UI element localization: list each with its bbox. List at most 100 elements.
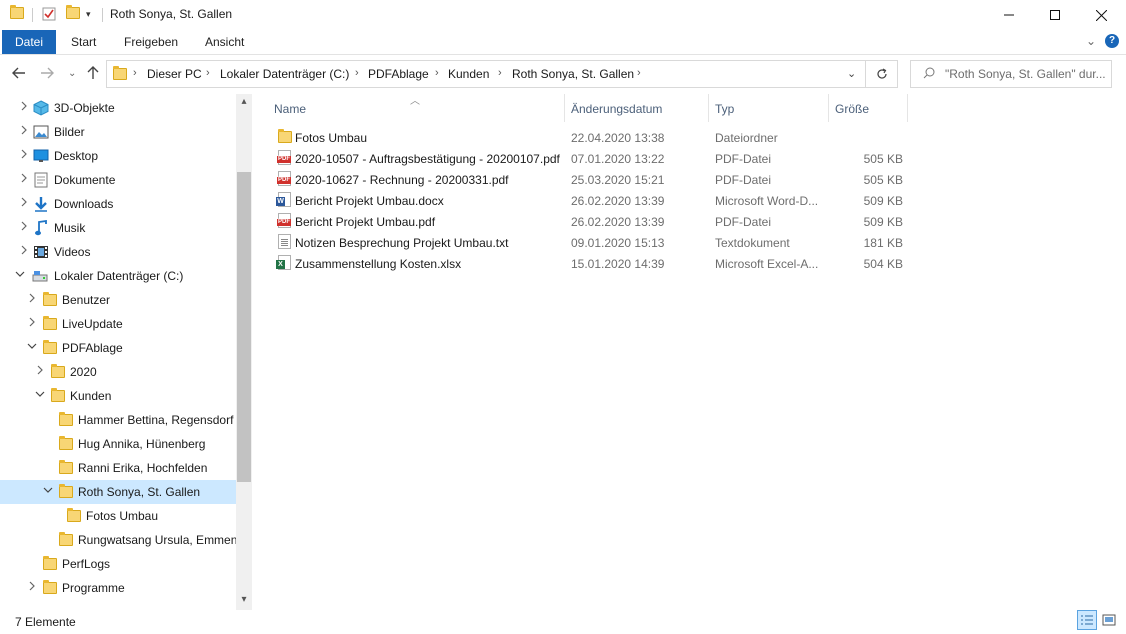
nav-item-ranni-erika-hochfelden[interactable]: Ranni Erika, Hochfelden: [0, 456, 236, 480]
column-divider[interactable]: [907, 94, 908, 122]
breadcrumb-this-pc[interactable]: Dieser PC: [147, 67, 202, 81]
address-history-dropdown[interactable]: ⌄: [847, 67, 856, 80]
nav-item-liveupdate[interactable]: LiveUpdate: [0, 312, 236, 336]
file-row[interactable]: Bericht Projekt Umbau.pdf 26.02.2020 13:3…: [270, 211, 910, 232]
breadcrumb-separator[interactable]: ›: [133, 67, 137, 79]
file-row[interactable]: Zusammenstellung Kosten.xlsx 15.01.2020 1…: [270, 253, 910, 274]
breadcrumb-kunden[interactable]: Kunden: [448, 67, 489, 81]
docx-icon: [276, 192, 292, 208]
nav-item-roth-sonya-st-gallen[interactable]: Roth Sonya, St. Gallen: [0, 480, 236, 504]
back-button[interactable]: [12, 66, 26, 85]
search-input[interactable]: "Roth Sonya, St. Gallen" dur...: [910, 60, 1112, 88]
new-folder-icon[interactable]: [66, 5, 80, 21]
3d-objects-icon: [33, 100, 49, 116]
chevron-right-icon[interactable]: [26, 317, 38, 330]
file-row[interactable]: 2020-10627 - Rechnung - 20200331.pdf 25.0…: [270, 169, 910, 190]
nav-item-kunden[interactable]: Kunden: [0, 384, 236, 408]
chevron-down-icon[interactable]: [26, 341, 38, 354]
details-view-button[interactable]: [1077, 610, 1097, 630]
nav-item-bilder[interactable]: Bilder: [0, 120, 236, 144]
nav-item-desktop[interactable]: Desktop: [0, 144, 236, 168]
nav-item-programme[interactable]: Programme: [0, 576, 236, 600]
maximize-button[interactable]: [1032, 0, 1078, 30]
file-row[interactable]: 2020-10507 - Auftragsbestätigung - 20200…: [270, 148, 910, 169]
nav-item-benutzer[interactable]: Benutzer: [0, 288, 236, 312]
properties-icon[interactable]: [42, 7, 56, 21]
recent-locations-button[interactable]: ⌄: [68, 68, 76, 79]
nav-item-downloads[interactable]: Downloads: [0, 192, 236, 216]
refresh-button[interactable]: [866, 60, 898, 88]
up-button[interactable]: [86, 66, 100, 85]
column-header-date[interactable]: Änderungsdatum: [571, 102, 662, 116]
nav-item-musik[interactable]: Musik: [0, 216, 236, 240]
chevron-right-icon[interactable]: [18, 245, 30, 258]
column-header-size[interactable]: Größe: [835, 102, 869, 116]
tab-ansicht[interactable]: Ansicht: [191, 30, 258, 54]
folder-icon[interactable]: [10, 5, 24, 21]
folder-icon: [50, 388, 66, 404]
scroll-up-arrow[interactable]: ▴: [238, 96, 250, 107]
chevron-right-icon[interactable]: [18, 221, 30, 234]
chevron-right-icon[interactable]: [34, 365, 46, 378]
chevron-right-icon[interactable]: [26, 581, 38, 594]
nav-item-videos[interactable]: Videos: [0, 240, 236, 264]
address-bar[interactable]: › Dieser PC › Lokaler Datenträger (C:) ›…: [106, 60, 866, 88]
nav-item-dokumente[interactable]: Dokumente: [0, 168, 236, 192]
close-button[interactable]: [1078, 0, 1124, 30]
nav-item-lokaler-datenträger-c[interactable]: Lokaler Datenträger (C:): [0, 264, 236, 288]
chevron-down-icon[interactable]: [14, 269, 26, 282]
file-name: Notizen Besprechung Projekt Umbau.txt: [295, 236, 509, 250]
expand-ribbon-icon[interactable]: ⌄: [1086, 34, 1096, 48]
file-name: 2020-10627 - Rechnung - 20200331.pdf: [295, 173, 509, 187]
nav-item-perflogs[interactable]: PerfLogs: [0, 552, 236, 576]
column-divider[interactable]: [708, 94, 709, 122]
chevron-right-icon[interactable]: [26, 293, 38, 306]
file-row[interactable]: Notizen Besprechung Projekt Umbau.txt 09.…: [270, 232, 910, 253]
breadcrumb-separator[interactable]: ›: [355, 67, 359, 79]
breadcrumb-separator[interactable]: ›: [435, 67, 439, 79]
nav-item-pdfablage[interactable]: PDFAblage: [0, 336, 236, 360]
chevron-right-icon[interactable]: [18, 149, 30, 162]
column-divider[interactable]: [564, 94, 565, 122]
file-size: 504 KB: [863, 257, 903, 271]
breadcrumb-pdfablage[interactable]: PDFAblage: [368, 67, 429, 81]
customize-toolbar-icon[interactable]: ▾: [86, 9, 91, 20]
minimize-button[interactable]: [986, 0, 1032, 30]
breadcrumb-separator[interactable]: ›: [498, 67, 502, 79]
nav-item-label: Rungwatsang Ursula, Emmenb: [78, 533, 245, 547]
nav-item-hug-annika-hünenberg[interactable]: Hug Annika, Hünenberg: [0, 432, 236, 456]
chevron-right-icon[interactable]: [18, 197, 30, 210]
file-row[interactable]: Fotos Umbau 22.04.2020 13:38 Dateiordner: [270, 127, 910, 148]
column-header-type[interactable]: Typ: [715, 102, 734, 116]
nav-scrollbar-thumb[interactable]: [237, 172, 251, 482]
tab-start[interactable]: Start: [57, 30, 110, 54]
nav-item-label: Downloads: [54, 197, 114, 211]
file-size: 509 KB: [863, 215, 903, 229]
nav-item-2020[interactable]: 2020: [0, 360, 236, 384]
scroll-down-arrow[interactable]: ▾: [238, 594, 250, 605]
nav-item-fotos-umbau[interactable]: Fotos Umbau: [0, 504, 236, 528]
file-row[interactable]: Bericht Projekt Umbau.docx 26.02.2020 13:…: [270, 190, 910, 211]
tab-datei[interactable]: Datei: [2, 30, 57, 54]
forward-button[interactable]: [40, 66, 54, 85]
breadcrumb-current[interactable]: Roth Sonya, St. Gallen: [512, 67, 634, 81]
chevron-right-icon[interactable]: [18, 173, 30, 186]
tab-freigeben[interactable]: Freigeben: [110, 30, 192, 54]
help-icon[interactable]: ?: [1105, 34, 1119, 48]
nav-item-hammer-bettina-regensdorf[interactable]: Hammer Bettina, Regensdorf: [0, 408, 236, 432]
nav-item-3d-objekte[interactable]: 3D-Objekte: [0, 96, 236, 120]
breadcrumb-separator[interactable]: ›: [206, 67, 210, 79]
breadcrumb-local-disk[interactable]: Lokaler Datenträger (C:): [220, 67, 349, 81]
breadcrumb-separator[interactable]: ›: [637, 67, 641, 79]
chevron-right-icon[interactable]: [18, 101, 30, 114]
chevron-down-icon[interactable]: [42, 485, 54, 498]
chevron-down-icon[interactable]: [34, 389, 46, 402]
nav-item-label: Ranni Erika, Hochfelden: [78, 461, 208, 475]
chevron-right-icon[interactable]: [18, 125, 30, 138]
column-divider[interactable]: [828, 94, 829, 122]
column-header-name[interactable]: Name: [274, 102, 306, 116]
pdf-icon: [276, 150, 292, 166]
file-date: 26.02.2020 13:39: [571, 194, 665, 208]
nav-item-rungwatsang-ursula-emmenb[interactable]: Rungwatsang Ursula, Emmenb: [0, 528, 244, 552]
large-icons-view-button[interactable]: [1099, 610, 1119, 630]
